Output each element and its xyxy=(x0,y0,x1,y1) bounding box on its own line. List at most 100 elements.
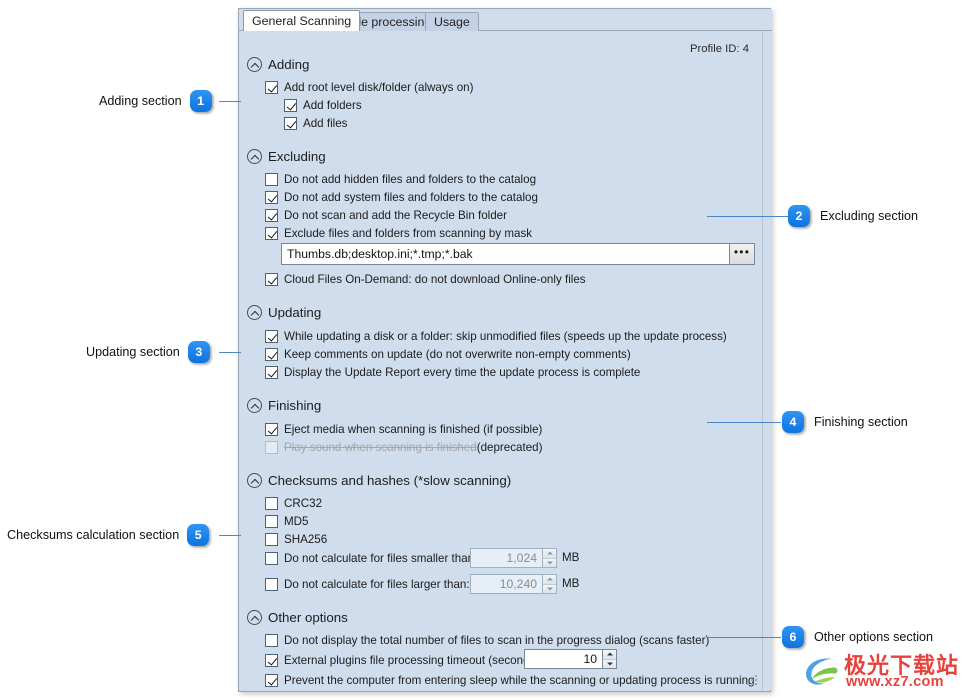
option-label: Do not add hidden files and folders to t… xyxy=(284,173,537,186)
checkbox[interactable] xyxy=(265,515,278,528)
checkbox[interactable] xyxy=(265,209,278,222)
stepper-down-button[interactable] xyxy=(603,658,616,668)
option-add-files[interactable]: Add files xyxy=(284,115,347,132)
chevron-up-icon[interactable] xyxy=(247,304,262,320)
option-exclude-by-mask[interactable]: Exclude files and folders from scanning … xyxy=(265,225,532,242)
option-md5[interactable]: MD5 xyxy=(265,513,308,530)
checkbox[interactable] xyxy=(265,366,278,379)
option-label: Add root level disk/folder (always on) xyxy=(284,81,474,94)
checkbox[interactable] xyxy=(265,81,278,94)
option-eject-media[interactable]: Eject media when scanning is finished (i… xyxy=(265,421,542,438)
option-label: Add folders xyxy=(303,99,362,112)
stepper-up-button[interactable] xyxy=(543,549,556,558)
stepper-up-button[interactable] xyxy=(603,650,616,659)
section-header-checksums[interactable]: Checksums and hashes (*slow scanning) xyxy=(247,471,511,489)
checkbox[interactable] xyxy=(265,191,278,204)
checkbox[interactable] xyxy=(265,227,278,240)
section-header-finishing[interactable]: Finishing xyxy=(247,396,321,414)
option-no-recycle-bin[interactable]: Do not scan and add the Recycle Bin fold… xyxy=(265,207,507,224)
stepper-buttons[interactable] xyxy=(542,574,557,594)
ellipsis-icon: ••• xyxy=(733,244,751,259)
chevron-up-icon[interactable] xyxy=(247,472,262,488)
section-header-updating[interactable]: Updating xyxy=(247,303,321,321)
checkbox xyxy=(265,441,278,454)
resize-grip[interactable] xyxy=(746,675,758,687)
option-crc32[interactable]: CRC32 xyxy=(265,495,322,512)
stepper-down-button[interactable] xyxy=(543,583,556,593)
browse-mask-button[interactable]: ••• xyxy=(729,243,755,265)
option-skip-larger-than[interactable]: Do not calculate for files larger than: xyxy=(265,576,470,593)
annotation-label: Other options section xyxy=(814,630,934,644)
chevron-up-icon[interactable] xyxy=(247,148,262,164)
stepper-down-button[interactable] xyxy=(543,557,556,567)
checkbox[interactable] xyxy=(265,173,278,186)
section-header-excluding[interactable]: Excluding xyxy=(247,147,326,165)
option-no-system-files[interactable]: Do not add system files and folders to t… xyxy=(265,189,538,206)
checkbox[interactable] xyxy=(265,497,278,510)
annotation-label: Finishing section xyxy=(814,415,908,429)
checkbox[interactable] xyxy=(265,578,278,591)
option-cloud-files-on-demand[interactable]: Cloud Files On-Demand: do not download O… xyxy=(265,271,586,288)
min-file-size-input[interactable] xyxy=(470,548,542,568)
option-add-root-level[interactable]: Add root level disk/folder (always on) xyxy=(265,79,473,96)
section-header-other-options[interactable]: Other options xyxy=(247,608,348,626)
stepper-up-button[interactable] xyxy=(543,575,556,584)
annotation-leader-3 xyxy=(219,352,241,353)
annotation-badge: 3 xyxy=(187,341,210,363)
option-label: Display the Update Report every time the… xyxy=(284,366,641,379)
checkbox[interactable] xyxy=(265,634,278,647)
checkbox[interactable] xyxy=(265,533,278,546)
min-file-size-stepper[interactable] xyxy=(470,548,557,568)
checkbox[interactable] xyxy=(265,674,278,687)
tab-label: File processing xyxy=(348,15,432,29)
stepper-buttons[interactable] xyxy=(542,548,557,568)
option-hide-total-file-count[interactable]: Do not display the total number of files… xyxy=(265,632,709,649)
option-label: Prevent the computer from entering sleep… xyxy=(284,674,755,687)
section-header-adding[interactable]: Adding xyxy=(247,55,309,73)
option-no-hidden-files[interactable]: Do not add hidden files and folders to t… xyxy=(265,171,536,188)
checkbox[interactable] xyxy=(265,552,278,565)
option-prevent-sleep[interactable]: Prevent the computer from entering sleep… xyxy=(265,672,754,689)
checkbox[interactable] xyxy=(265,423,278,436)
chevron-up-icon[interactable] xyxy=(247,397,262,413)
checkbox[interactable] xyxy=(265,654,278,667)
checkbox[interactable] xyxy=(284,117,297,130)
option-label: Do not add system files and folders to t… xyxy=(284,191,538,204)
tab-general-scanning[interactable]: General Scanning xyxy=(243,10,361,31)
option-label: Add files xyxy=(303,117,348,130)
option-skip-unmodified[interactable]: While updating a disk or a folder: skip … xyxy=(265,328,727,345)
checkbox[interactable] xyxy=(265,348,278,361)
tab-usage[interactable]: Usage xyxy=(425,12,479,31)
plugin-timeout-input[interactable] xyxy=(524,649,602,669)
panel-scroll-column[interactable] xyxy=(762,31,771,690)
annotation-3: Updating section 3 xyxy=(86,341,210,363)
chevron-up-icon[interactable] xyxy=(247,56,262,72)
stepper-buttons[interactable] xyxy=(602,649,617,669)
max-file-size-input[interactable] xyxy=(470,574,542,594)
option-label: CRC32 xyxy=(284,497,323,510)
screenshot-root: General Scanning File processing Usage P… xyxy=(0,0,971,700)
section-title: Other options xyxy=(268,609,348,625)
checkbox[interactable] xyxy=(265,273,278,286)
section-title: Updating xyxy=(268,304,322,320)
option-sha256[interactable]: SHA256 xyxy=(265,531,327,548)
option-label: External plugins file processing timeout… xyxy=(284,654,543,667)
option-label: Do not display the total number of files… xyxy=(284,634,710,647)
exclude-mask-row: ••• xyxy=(281,243,755,265)
option-label: Do not calculate for files larger than: xyxy=(284,578,470,591)
max-file-size-stepper[interactable] xyxy=(470,574,557,594)
watermark-url: www.xz7.com xyxy=(846,674,944,690)
option-skip-smaller-than[interactable]: Do not calculate for files smaller than: xyxy=(265,550,477,567)
option-display-update-report[interactable]: Display the Update Report every time the… xyxy=(265,364,640,381)
option-keep-comments[interactable]: Keep comments on update (do not overwrit… xyxy=(265,346,631,363)
exclude-mask-input[interactable] xyxy=(281,243,729,265)
checkbox[interactable] xyxy=(284,99,297,112)
option-plugin-timeout[interactable]: External plugins file processing timeout… xyxy=(265,652,542,669)
checkbox[interactable] xyxy=(265,330,278,343)
watermark: 极光下载站 www.xz7.com xyxy=(800,648,968,698)
annotation-leader-6 xyxy=(707,637,781,638)
option-add-folders[interactable]: Add folders xyxy=(284,97,362,114)
plugin-timeout-stepper[interactable] xyxy=(524,649,617,669)
section-title: Adding xyxy=(268,56,310,72)
chevron-up-icon[interactable] xyxy=(247,609,262,625)
